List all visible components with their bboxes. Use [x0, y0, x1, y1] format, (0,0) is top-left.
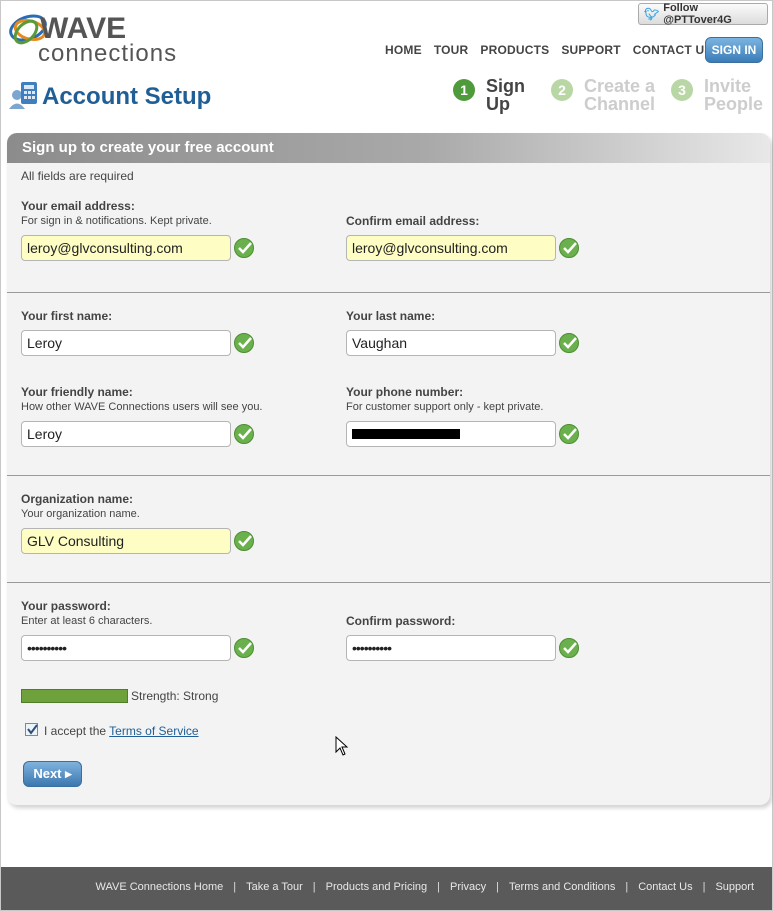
- nav-contact-us[interactable]: CONTACT US: [633, 43, 713, 57]
- account-setup-icon: [7, 80, 41, 110]
- step-label-line1: Invite: [704, 76, 752, 96]
- checkmark-icon: [27, 724, 38, 735]
- confirm-password-valid-check-icon: [559, 638, 579, 658]
- footer-link-tour[interactable]: Take a Tour: [246, 881, 303, 893]
- organization-field[interactable]: GLV Consulting: [21, 528, 231, 554]
- nav-tour[interactable]: TOUR: [434, 43, 469, 57]
- step-label-line2: Up: [486, 94, 510, 114]
- password-strength-meter: [21, 689, 128, 703]
- friendly-name-label: Your friendly name:: [21, 385, 133, 399]
- email-hint: For sign in & notifications. Kept privat…: [21, 215, 212, 227]
- confirm-email-label: Confirm email address:: [346, 214, 480, 228]
- step-number: 3: [671, 79, 693, 101]
- confirm-password-field[interactable]: ••••••••••: [346, 635, 556, 661]
- main-nav: HOME TOUR PRODUCTS SUPPORT CONTACT US: [385, 43, 725, 57]
- email-valid-check-icon: [234, 238, 254, 258]
- organization-valid-check-icon: [234, 531, 254, 551]
- footer-link-contact[interactable]: Contact Us: [638, 881, 692, 893]
- confirm-email-valid-check-icon: [559, 238, 579, 258]
- wave-logo[interactable]: WAVE connections: [8, 6, 183, 67]
- footer-link-home[interactable]: WAVE Connections Home: [95, 881, 223, 893]
- password-field[interactable]: ••••••••••: [21, 635, 231, 661]
- phone-field[interactable]: [346, 421, 556, 447]
- footer-link-support[interactable]: Support: [715, 881, 754, 893]
- required-note: All fields are required: [21, 169, 134, 183]
- confirm-password-label: Confirm password:: [346, 614, 456, 628]
- phone-label: Your phone number:: [346, 385, 464, 399]
- footer-link-terms[interactable]: Terms and Conditions: [509, 881, 615, 893]
- section-divider: [7, 582, 770, 583]
- signup-panel: Sign up to create your free account: [7, 133, 770, 805]
- tos-text: I accept the Terms of Service: [44, 724, 199, 738]
- password-valid-check-icon: [234, 638, 254, 658]
- password-label: Your password:: [21, 599, 111, 613]
- nav-home[interactable]: HOME: [385, 43, 422, 57]
- organization-hint: Your organization name.: [21, 508, 140, 520]
- step-label-line2: Channel: [584, 94, 656, 114]
- organization-label: Organization name:: [21, 492, 134, 506]
- twitter-follow-button[interactable]: 🐦︎ Follow @PTTover4G: [638, 2, 768, 26]
- last-name-field[interactable]: Vaughan: [346, 330, 556, 356]
- page-title: Account Setup: [42, 83, 212, 110]
- nav-support[interactable]: SUPPORT: [561, 43, 620, 57]
- redacted-phone-value: [352, 429, 460, 439]
- password-hint: Enter at least 6 characters.: [21, 615, 153, 627]
- footer: WAVE Connections Home | Take a Tour | Produc…: [1, 867, 772, 910]
- confirm-email-field[interactable]: leroy@glvconsulting.com: [346, 235, 556, 261]
- friendly-name-field[interactable]: Leroy: [21, 421, 231, 447]
- logo-connections-text: connections: [38, 40, 178, 67]
- nav-products[interactable]: PRODUCTS: [480, 43, 549, 57]
- step-number: 1: [453, 79, 475, 101]
- footer-link-privacy[interactable]: Privacy: [450, 881, 486, 893]
- footer-links: WAVE Connections Home | Take a Tour | Produc…: [95, 881, 754, 893]
- phone-hint: For customer support only - kept private…: [346, 401, 544, 413]
- section-divider: [7, 475, 770, 476]
- first-name-valid-check-icon: [234, 333, 254, 353]
- tos-prefix: I accept the: [44, 724, 107, 738]
- email-label: Your email address:: [21, 199, 135, 213]
- phone-valid-check-icon: [559, 424, 579, 444]
- friendly-name-hint: How other WAVE Connections users will se…: [21, 401, 263, 413]
- step-number: 2: [551, 79, 573, 101]
- tos-checkbox[interactable]: [25, 723, 38, 736]
- next-button[interactable]: Next ▸: [23, 761, 82, 787]
- friendly-name-valid-check-icon: [234, 424, 254, 444]
- last-name-label: Your last name:: [346, 309, 436, 323]
- password-strength-text: Strength: Strong: [131, 689, 219, 703]
- mouse-cursor-icon: [335, 736, 349, 756]
- step-label-line2: People: [704, 94, 764, 114]
- email-field[interactable]: leroy@glvconsulting.com: [21, 235, 231, 261]
- step-label-line1: Create a: [584, 76, 656, 96]
- last-name-valid-check-icon: [559, 333, 579, 353]
- panel-heading: Sign up to create your free account: [22, 139, 274, 156]
- sign-in-button[interactable]: SIGN IN: [705, 37, 763, 63]
- step-label-line1: Sign: [486, 76, 525, 96]
- tos-link[interactable]: Terms of Service: [109, 724, 198, 738]
- first-name-label: Your first name:: [21, 309, 113, 323]
- panel-header: Sign up to create your free account: [7, 133, 770, 163]
- footer-link-products-pricing[interactable]: Products and Pricing: [326, 881, 428, 893]
- twitter-bird-icon: 🐦︎: [644, 7, 660, 21]
- section-divider: [7, 292, 770, 293]
- follow-label: Follow @PTTover4G: [663, 2, 732, 26]
- first-name-field[interactable]: Leroy: [21, 330, 231, 356]
